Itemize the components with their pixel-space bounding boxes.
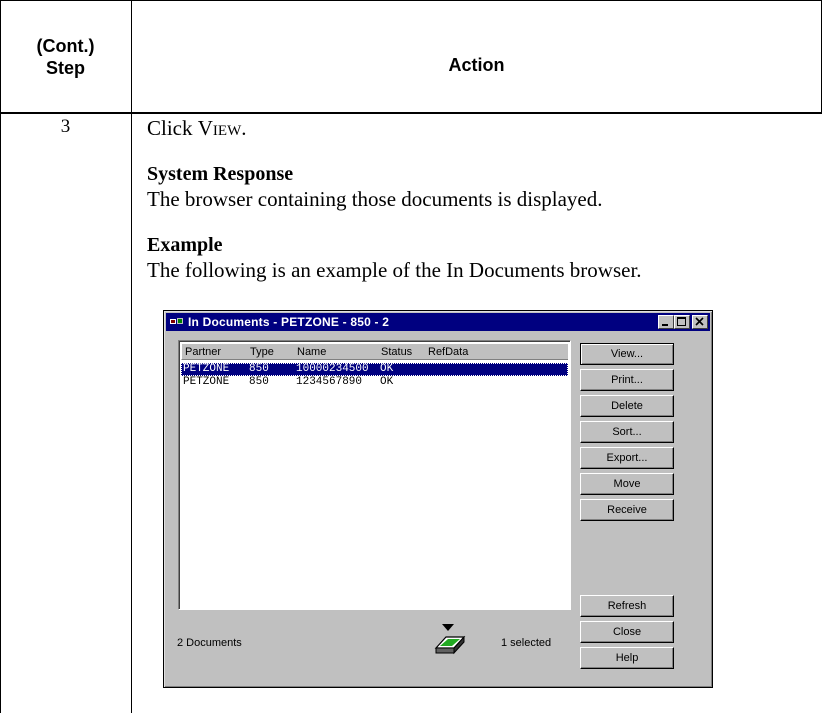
column-partner[interactable]: Partner bbox=[185, 346, 221, 358]
documents-list[interactable]: Partner Type Name Status RefData PETZONE… bbox=[178, 340, 571, 610]
instruction-command: View bbox=[197, 116, 242, 140]
instruction-text: Click View. bbox=[147, 115, 246, 141]
example-heading: Example bbox=[147, 234, 223, 256]
maximize-button[interactable] bbox=[674, 315, 690, 329]
minimize-button[interactable] bbox=[658, 315, 674, 329]
refresh-button[interactable]: Refresh bbox=[580, 595, 674, 617]
row-status: OK bbox=[380, 376, 394, 388]
instruction-prefix: Click bbox=[147, 116, 198, 140]
column-type[interactable]: Type bbox=[250, 346, 274, 358]
step-column-header: (Cont.) Step bbox=[0, 0, 131, 113]
row-status: OK bbox=[380, 363, 394, 375]
instruction-suffix: . bbox=[241, 116, 247, 140]
title-bar[interactable]: In Documents - PETZONE - 850 - 2 bbox=[166, 313, 710, 331]
print-button[interactable]: Print... bbox=[580, 369, 674, 391]
step-header-line2: Step bbox=[45, 57, 85, 78]
minimize-icon bbox=[662, 324, 668, 326]
document-count: 2 Documents bbox=[177, 637, 242, 649]
row-partner: PETZONE bbox=[183, 363, 230, 375]
in-tray-icon bbox=[428, 622, 468, 662]
column-name[interactable]: Name bbox=[297, 346, 326, 358]
export-button[interactable]: Export... bbox=[580, 447, 674, 469]
close-button[interactable]: Close bbox=[580, 621, 674, 643]
close-icon bbox=[695, 317, 704, 326]
move-button[interactable]: Move bbox=[580, 473, 674, 495]
column-refdata[interactable]: RefData bbox=[428, 346, 468, 358]
procedure-table: (Cont.) Step Action 3 Click View. System… bbox=[0, 0, 822, 713]
window-title: In Documents - PETZONE - 850 - 2 bbox=[188, 315, 390, 329]
receive-button[interactable]: Receive bbox=[580, 499, 674, 521]
help-button[interactable]: Help bbox=[580, 647, 674, 669]
document-row[interactable]: PETZONE 850 1234567890 OK bbox=[181, 376, 568, 389]
list-column-header: Partner Type Name Status RefData bbox=[181, 343, 568, 360]
column-status[interactable]: Status bbox=[381, 346, 412, 358]
selection-count: 1 selected bbox=[501, 637, 552, 649]
action-column-header: Action bbox=[448, 55, 505, 75]
example-text: The following is an example of the In Do… bbox=[147, 258, 642, 282]
in-documents-window: In Documents - PETZONE - 850 - 2 Partner… bbox=[163, 310, 713, 688]
window-controls bbox=[658, 315, 708, 329]
document-row[interactable]: PETZONE 850 10000234500 OK bbox=[181, 363, 568, 376]
maximize-icon bbox=[677, 317, 686, 326]
row-type: 850 bbox=[249, 363, 269, 375]
sort-button[interactable]: Sort... bbox=[580, 421, 674, 443]
system-response-text: The browser containing those documents i… bbox=[147, 187, 603, 211]
system-response-heading: System Response bbox=[147, 163, 294, 185]
step-header-line1: (Cont.) bbox=[36, 35, 95, 56]
app-icon bbox=[169, 316, 185, 328]
close-window-button[interactable] bbox=[692, 315, 708, 329]
row-name: 10000234500 bbox=[296, 363, 369, 375]
row-partner: PETZONE bbox=[183, 376, 230, 388]
step-number: 3 bbox=[60, 116, 71, 137]
delete-button[interactable]: Delete bbox=[580, 395, 674, 417]
row-type: 850 bbox=[249, 376, 269, 388]
row-name: 1234567890 bbox=[296, 376, 363, 388]
view-button[interactable]: View... bbox=[580, 343, 674, 365]
